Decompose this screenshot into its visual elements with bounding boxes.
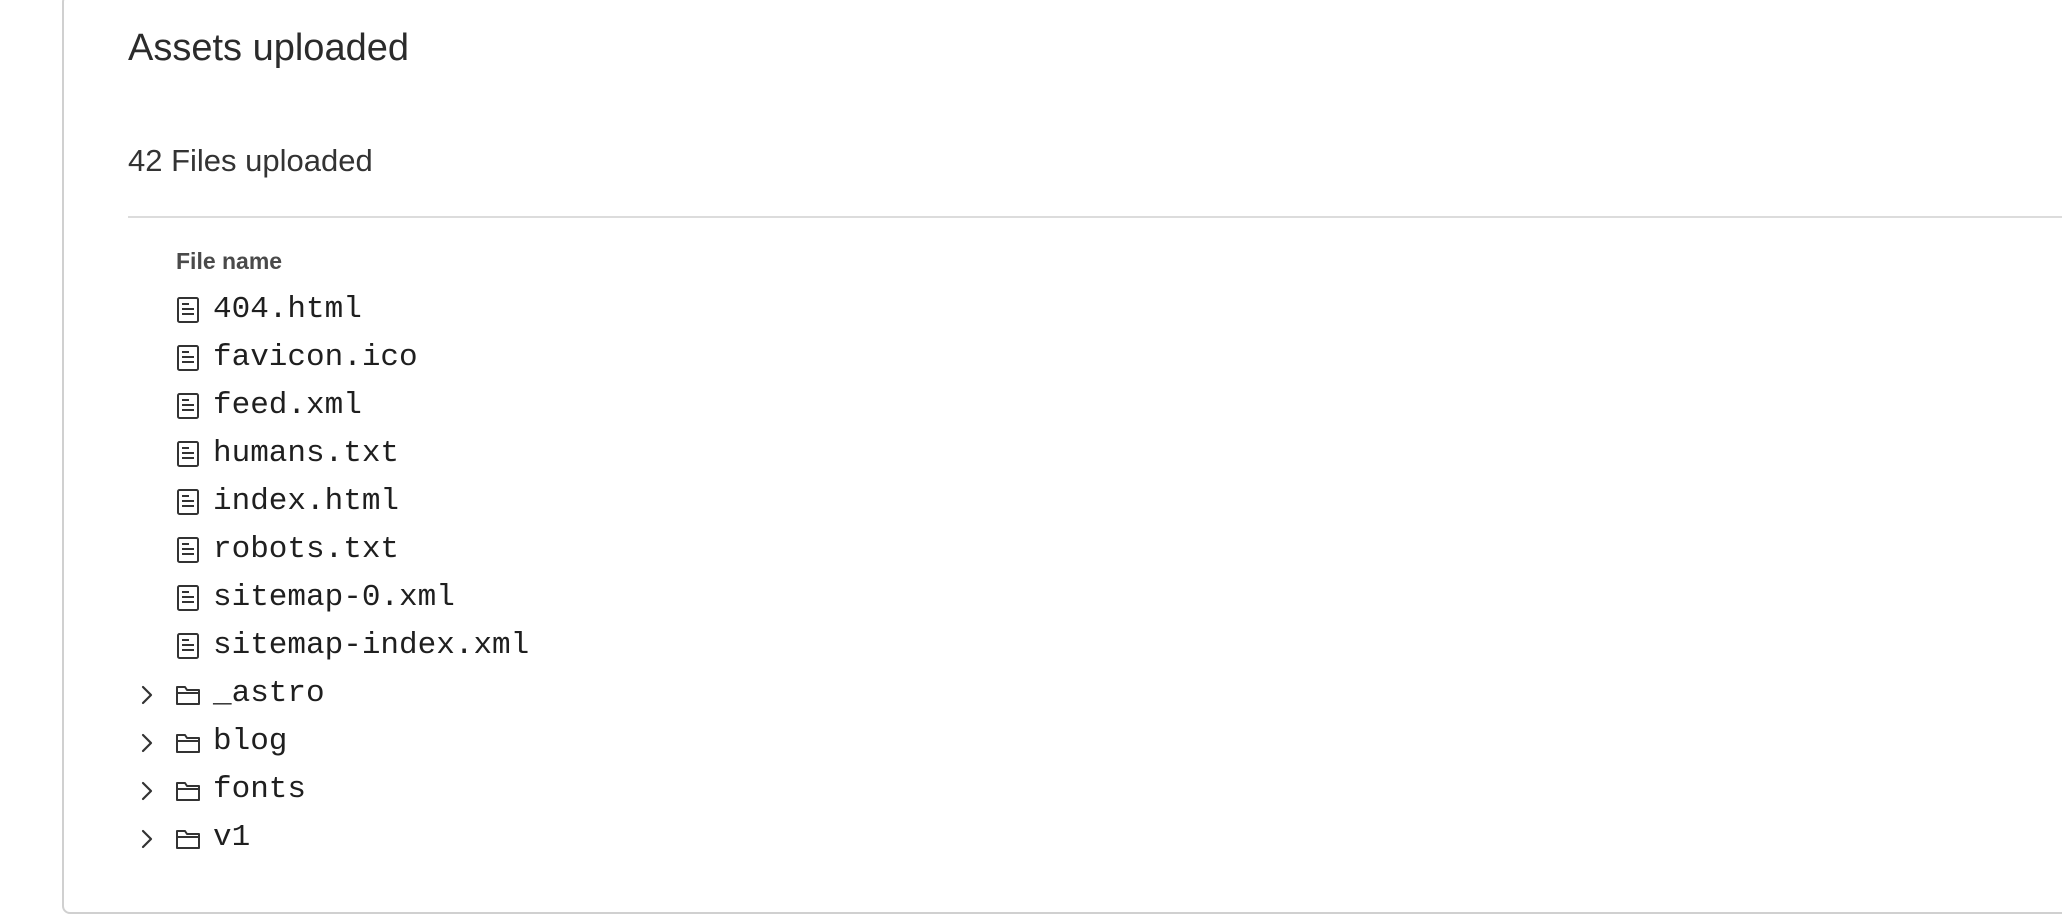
file-name: favicon.ico bbox=[213, 340, 418, 375]
file-name: robots.txt bbox=[213, 532, 400, 567]
file-row: sitemap-index.xml bbox=[128, 622, 2028, 670]
section-title: Assets uploaded bbox=[128, 27, 409, 69]
file-icon bbox=[175, 488, 201, 516]
file-row: feed.xml bbox=[128, 382, 2028, 430]
file-icon bbox=[175, 584, 201, 612]
file-icon bbox=[175, 296, 201, 324]
files-uploaded-count: 42 Files uploaded bbox=[128, 143, 373, 178]
folder-row[interactable]: fonts bbox=[128, 766, 2028, 814]
file-row: sitemap-0.xml bbox=[128, 574, 2028, 622]
file-icon bbox=[175, 344, 201, 372]
file-name: humans.txt bbox=[213, 436, 400, 471]
chevron-right-icon[interactable] bbox=[137, 780, 157, 802]
folder-name[interactable]: fonts bbox=[213, 772, 306, 808]
file-row: index.html bbox=[128, 478, 2028, 526]
file-icon bbox=[175, 632, 201, 660]
folder-row[interactable]: blog bbox=[128, 718, 2028, 766]
folder-name[interactable]: _astro bbox=[213, 676, 325, 712]
file-row: favicon.ico bbox=[128, 334, 2028, 382]
folder-icon bbox=[175, 680, 201, 708]
chevron-right-icon[interactable] bbox=[137, 732, 157, 754]
folder-icon bbox=[175, 824, 201, 852]
folder-icon bbox=[175, 728, 201, 756]
file-name: 404.html bbox=[213, 292, 362, 327]
file-row: robots.txt bbox=[128, 526, 2028, 574]
divider bbox=[128, 216, 2062, 218]
column-header-file-name: File name bbox=[176, 248, 283, 274]
file-name: feed.xml bbox=[213, 388, 362, 423]
file-row: 404.html bbox=[128, 286, 2028, 334]
folder-row[interactable]: _astro bbox=[128, 670, 2028, 718]
file-icon bbox=[175, 536, 201, 564]
chevron-right-icon[interactable] bbox=[137, 828, 157, 850]
file-row: humans.txt bbox=[128, 430, 2028, 478]
file-icon bbox=[175, 440, 201, 468]
folder-row[interactable]: v1 bbox=[128, 814, 2028, 852]
file-tree: 404.html favicon.ico feed.xml humans.txt… bbox=[128, 286, 2028, 852]
folder-name[interactable]: v1 bbox=[213, 820, 250, 852]
folder-name[interactable]: blog bbox=[213, 724, 287, 760]
file-name: index.html bbox=[213, 484, 400, 519]
chevron-right-icon[interactable] bbox=[137, 684, 157, 706]
file-icon bbox=[175, 392, 201, 420]
file-name: sitemap-0.xml bbox=[213, 580, 455, 615]
file-name: sitemap-index.xml bbox=[213, 628, 530, 663]
folder-icon bbox=[175, 776, 201, 804]
